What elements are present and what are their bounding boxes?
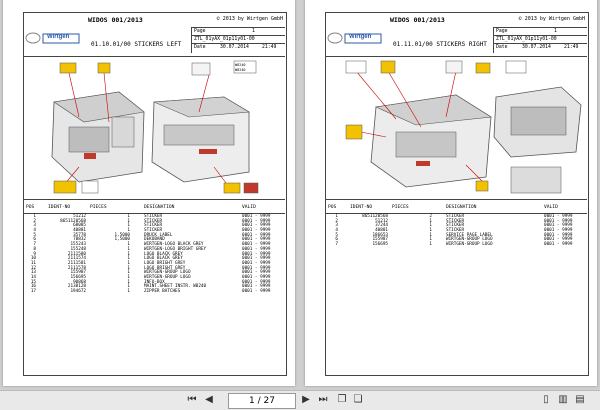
info-box: Page 1 ZTL_01yAX_01p11y01-00 Date 30.07.… bbox=[191, 27, 285, 53]
stickers-figure bbox=[326, 56, 587, 200]
date-label: Date bbox=[496, 45, 508, 50]
section-title: 01.11.01/00 STICKERS RIGHT bbox=[393, 41, 487, 48]
logo-text: Wirtgen bbox=[349, 34, 372, 40]
document-code: ZTL_01yAX_01p11y01-00 bbox=[194, 37, 255, 42]
first-page-icon[interactable]: ⏮ bbox=[186, 394, 198, 406]
parts-table: 1 8651120568 2 STICKER 0001 - 9999 2 51212 1 STI… bbox=[326, 214, 587, 248]
page-value: 1 bbox=[554, 29, 557, 34]
column-header: POS bbox=[26, 205, 35, 210]
date-value: 30.07.2014 bbox=[220, 45, 249, 50]
copyright: © 2013 by Wirtgen GmbH bbox=[518, 16, 585, 22]
column-header: VALID bbox=[544, 205, 558, 210]
table-cell: 1 bbox=[127, 289, 130, 294]
table-header: POS IDENT-NO PIECES DESIGNATION VALID bbox=[326, 201, 587, 214]
column-header: DESIGNATION bbox=[446, 205, 477, 210]
page-label: Page bbox=[194, 29, 206, 34]
page-copy-icon[interactable]: ❐ bbox=[336, 394, 348, 406]
machine-illustration bbox=[51, 60, 259, 194]
document-code: ZTL_01yAX_01p11y01-00 bbox=[496, 37, 557, 42]
logo-text: Wirtgen bbox=[47, 34, 70, 40]
sticker-code-label: W8240 bbox=[235, 68, 246, 72]
machine-illustration bbox=[345, 60, 582, 194]
info-box: Page 1 ZTL_01yAX_01p11y01-00 Date 30.07.… bbox=[493, 27, 587, 53]
page-paste-icon[interactable]: ❏ bbox=[352, 394, 364, 406]
time-value: 21:49 bbox=[564, 45, 579, 50]
table-row: 17 194672 1 ZIPPER BATCHES 0001 - 9999 bbox=[24, 289, 285, 295]
prev-page-icon[interactable]: ◀ bbox=[203, 394, 215, 406]
date-label: Date bbox=[194, 45, 206, 50]
stickers-figure: W8240 W8240 bbox=[24, 56, 285, 200]
document-page-right: Wirtgen WIDOS 001/2013 © 2013 by Wirtgen… bbox=[305, 0, 597, 386]
table-cell: 156695 bbox=[372, 242, 388, 248]
table-cell: 0001 - 9999 bbox=[544, 242, 573, 248]
table-cell: 1 bbox=[429, 242, 432, 248]
section-title: 01.10.01/00 STICKERS LEFT bbox=[91, 41, 182, 48]
table-cell: WIRTGEN-GROUP LOGO bbox=[446, 242, 493, 248]
wirtgen-logo: Wirtgen bbox=[25, 30, 81, 46]
column-header: IDENT-NO bbox=[350, 205, 373, 210]
table-cell: 194672 bbox=[70, 289, 86, 294]
column-header: PIECES bbox=[392, 205, 409, 210]
document-title: WIDOS 001/2013 bbox=[390, 16, 445, 24]
fit-width-icon[interactable]: ▤ bbox=[574, 394, 586, 406]
single-page-view-icon[interactable]: ▯ bbox=[540, 394, 552, 406]
column-header: VALID bbox=[242, 205, 256, 210]
copyright: © 2013 by Wirtgen GmbH bbox=[216, 16, 283, 22]
table-row: 7 156695 1 WIRTGEN-GROUP LOGO 0001 - 9999 bbox=[326, 242, 587, 248]
parts-table: 1 51212 1 STICKER 0001 - 9999 2 8651120568 1 STI… bbox=[24, 214, 285, 295]
time-value: 21:49 bbox=[262, 45, 277, 50]
page-value: 1 bbox=[252, 29, 255, 34]
column-header: PIECES bbox=[90, 205, 107, 210]
column-header: DESIGNATION bbox=[144, 205, 175, 210]
table-cell: 17 bbox=[30, 289, 36, 294]
double-page-view-icon[interactable]: ▥ bbox=[557, 394, 569, 406]
last-page-icon[interactable]: ⏭ bbox=[317, 394, 329, 406]
sticker-code-label: W8240 bbox=[235, 63, 246, 67]
table-cell: ZIPPER BATCHES bbox=[144, 289, 181, 294]
date-value: 30.07.2014 bbox=[522, 45, 551, 50]
viewer-toolbar: ⏮ ◀ 1 / 27 ▶ ⏭ ❐ ❏ ▯ ▥ ▤ bbox=[0, 390, 600, 410]
page-indicator[interactable]: 1 / 27 bbox=[228, 393, 296, 409]
wirtgen-logo: Wirtgen bbox=[327, 30, 383, 46]
next-page-icon[interactable]: ▶ bbox=[300, 394, 312, 406]
column-header: POS bbox=[328, 205, 337, 210]
document-title: WIDOS 001/2013 bbox=[88, 16, 143, 24]
table-cell: 0001 - 9999 bbox=[242, 289, 271, 294]
table-cell: 7 bbox=[335, 242, 338, 248]
column-header: IDENT-NO bbox=[48, 205, 71, 210]
table-header: POS IDENT-NO PIECES DESIGNATION VALID bbox=[24, 201, 285, 214]
page-label: Page bbox=[496, 29, 508, 34]
document-page-left: Wirtgen WIDOS 001/2013 © 2013 by Wirtgen… bbox=[3, 0, 295, 386]
